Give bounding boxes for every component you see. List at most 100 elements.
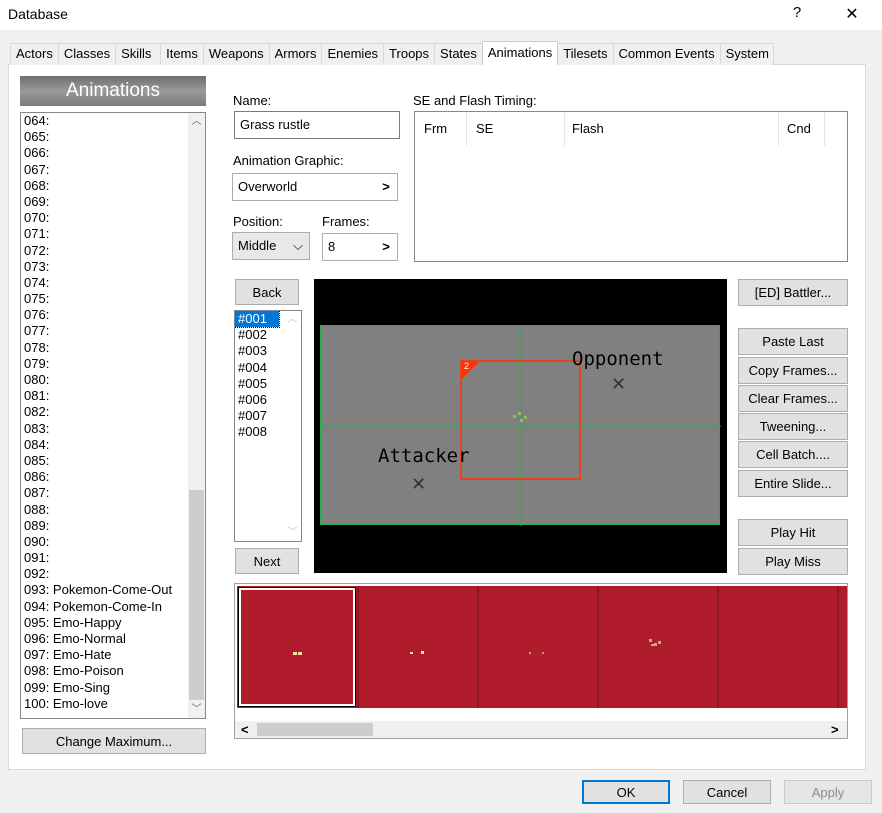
battler-button[interactable]: [ED] Battler... <box>738 279 848 306</box>
tab-classes[interactable]: Classes <box>57 43 117 65</box>
list-item[interactable]: 065: <box>21 129 205 145</box>
list-item[interactable]: 066: <box>21 145 205 161</box>
apply-button[interactable]: Apply <box>784 780 872 804</box>
tab-skills[interactable]: Skills <box>115 43 162 65</box>
list-item[interactable]: 072: <box>21 243 205 259</box>
close-button[interactable]: ✕ <box>840 4 864 24</box>
list-item[interactable]: 088: <box>21 502 205 518</box>
position-dropdown[interactable]: Middle ⌵ <box>232 232 310 260</box>
list-item[interactable]: 095: Emo-Happy <box>21 615 205 631</box>
tab-armors[interactable]: Armors <box>268 43 323 65</box>
list-item[interactable]: 078: <box>21 340 205 356</box>
tab-animations[interactable]: Animations <box>481 41 559 65</box>
list-item[interactable]: 075: <box>21 291 205 307</box>
opponent-target-icon: ✕ <box>611 374 627 394</box>
scroll-down-icon[interactable]: ﹀ <box>284 524 301 541</box>
column-header-se[interactable]: SE <box>467 112 565 146</box>
frame-item[interactable]: #007 <box>235 408 279 424</box>
list-item[interactable]: 073: <box>21 259 205 275</box>
list-item[interactable]: 084: <box>21 437 205 453</box>
column-header-frm[interactable]: Frm <box>415 112 467 146</box>
scroll-left-icon[interactable]: < <box>241 721 249 738</box>
list-item[interactable]: 082: <box>21 404 205 420</box>
cancel-button[interactable]: Cancel <box>683 780 771 804</box>
paste-last-button[interactable]: Paste Last <box>738 328 848 355</box>
list-item[interactable]: 092: <box>21 566 205 582</box>
tab-enemies[interactable]: Enemies <box>321 43 385 65</box>
list-item[interactable]: 086: <box>21 469 205 485</box>
list-item[interactable]: 100: Emo-love <box>21 696 205 712</box>
name-field[interactable]: Grass rustle <box>234 111 400 139</box>
animation-stage[interactable]: 2 Opponent ✕ Attacker ✕ <box>320 325 721 526</box>
tab-troops[interactable]: Troops <box>383 43 436 65</box>
scroll-thumb[interactable] <box>257 723 373 736</box>
list-item[interactable]: 080: <box>21 372 205 388</box>
list-item[interactable]: 083: <box>21 421 205 437</box>
list-item[interactable]: 085: <box>21 453 205 469</box>
list-item[interactable]: 097: Emo-Hate <box>21 647 205 663</box>
list-item[interactable]: 089: <box>21 518 205 534</box>
frame-item[interactable]: #003 <box>235 343 279 359</box>
tab-weapons[interactable]: Weapons <box>202 43 270 65</box>
column-header-cnd[interactable]: Cnd <box>779 112 825 146</box>
list-item[interactable]: 099: Emo-Sing <box>21 680 205 696</box>
animation-list[interactable]: 064: 065: 066: 067: 068: 069: 070: 071: 072: 073:… <box>20 112 206 719</box>
change-maximum-button[interactable]: Change Maximum... <box>22 728 206 754</box>
cell-batch-button[interactable]: Cell Batch.... <box>738 441 848 468</box>
list-item[interactable]: 079: <box>21 356 205 372</box>
list-item[interactable]: 067: <box>21 162 205 178</box>
list-item[interactable]: 071: <box>21 226 205 242</box>
cell-palette[interactable]: < > <box>234 583 848 739</box>
frames-picker[interactable]: 8 > <box>322 233 398 261</box>
clear-frames-button[interactable]: Clear Frames... <box>738 385 848 412</box>
tweening-button[interactable]: Tweening... <box>738 413 848 440</box>
frame-item[interactable]: #005 <box>235 376 279 392</box>
list-item[interactable]: 091: <box>21 550 205 566</box>
animation-graphic-picker[interactable]: Overworld > <box>232 173 398 201</box>
tab-common-events[interactable]: Common Events <box>612 43 721 65</box>
tab-system[interactable]: System <box>719 43 774 65</box>
play-hit-button[interactable]: Play Hit <box>738 519 848 546</box>
help-button[interactable]: ? <box>790 4 804 24</box>
scroll-down-icon[interactable]: ﹀ <box>188 701 205 718</box>
frame-item[interactable]: #004 <box>235 360 279 376</box>
frame-item[interactable]: #008 <box>235 424 279 440</box>
play-miss-button[interactable]: Play Miss <box>738 548 848 575</box>
list-item[interactable]: 090: <box>21 534 205 550</box>
tab-actors[interactable]: Actors <box>10 43 59 65</box>
list-item[interactable]: 068: <box>21 178 205 194</box>
frame-list[interactable]: #001 #002 #003 #004 #005 #006 #007 #008 ︿ ﹀ <box>234 310 302 542</box>
list-item[interactable]: 094: Pokemon-Come-In <box>21 599 205 615</box>
list-item[interactable]: 076: <box>21 307 205 323</box>
scroll-up-icon[interactable]: ︿ <box>284 311 301 328</box>
entire-slide-button[interactable]: Entire Slide... <box>738 470 848 497</box>
tab-items[interactable]: Items <box>160 43 204 65</box>
list-item[interactable]: 081: <box>21 388 205 404</box>
list-item[interactable]: 098: Emo-Poison <box>21 663 205 679</box>
animation-list-scrollbar[interactable]: ︿ ﹀ <box>188 113 205 718</box>
list-item[interactable]: 074: <box>21 275 205 291</box>
list-item[interactable]: 096: Emo-Normal <box>21 631 205 647</box>
list-item[interactable]: 064: <box>21 113 205 129</box>
list-item[interactable]: 087: <box>21 485 205 501</box>
frame-item[interactable]: #001 <box>235 311 280 329</box>
scroll-right-icon[interactable]: > <box>831 721 839 738</box>
back-button[interactable]: Back <box>235 279 299 305</box>
se-flash-table[interactable]: Frm SE Flash Cnd <box>414 111 848 262</box>
list-item[interactable]: 093: Pokemon-Come-Out <box>21 582 205 598</box>
frame-item[interactable]: #002 <box>235 327 279 343</box>
copy-frames-button[interactable]: Copy Frames... <box>738 357 848 384</box>
tab-states[interactable]: States <box>434 43 483 65</box>
scroll-thumb[interactable] <box>189 490 204 700</box>
list-item[interactable]: 069: <box>21 194 205 210</box>
list-item[interactable]: 077: <box>21 323 205 339</box>
tab-tilesets[interactable]: Tilesets <box>557 43 614 65</box>
cell-palette-scrollbar[interactable]: < > <box>235 721 847 738</box>
column-header-flash[interactable]: Flash <box>565 112 779 146</box>
next-button[interactable]: Next <box>235 548 299 574</box>
frame-list-scrollbar[interactable]: ︿ ﹀ <box>284 311 301 541</box>
ok-button[interactable]: OK <box>582 780 670 804</box>
frame-item[interactable]: #006 <box>235 392 279 408</box>
list-item[interactable]: 070: <box>21 210 205 226</box>
scroll-up-icon[interactable]: ︿ <box>188 113 205 130</box>
